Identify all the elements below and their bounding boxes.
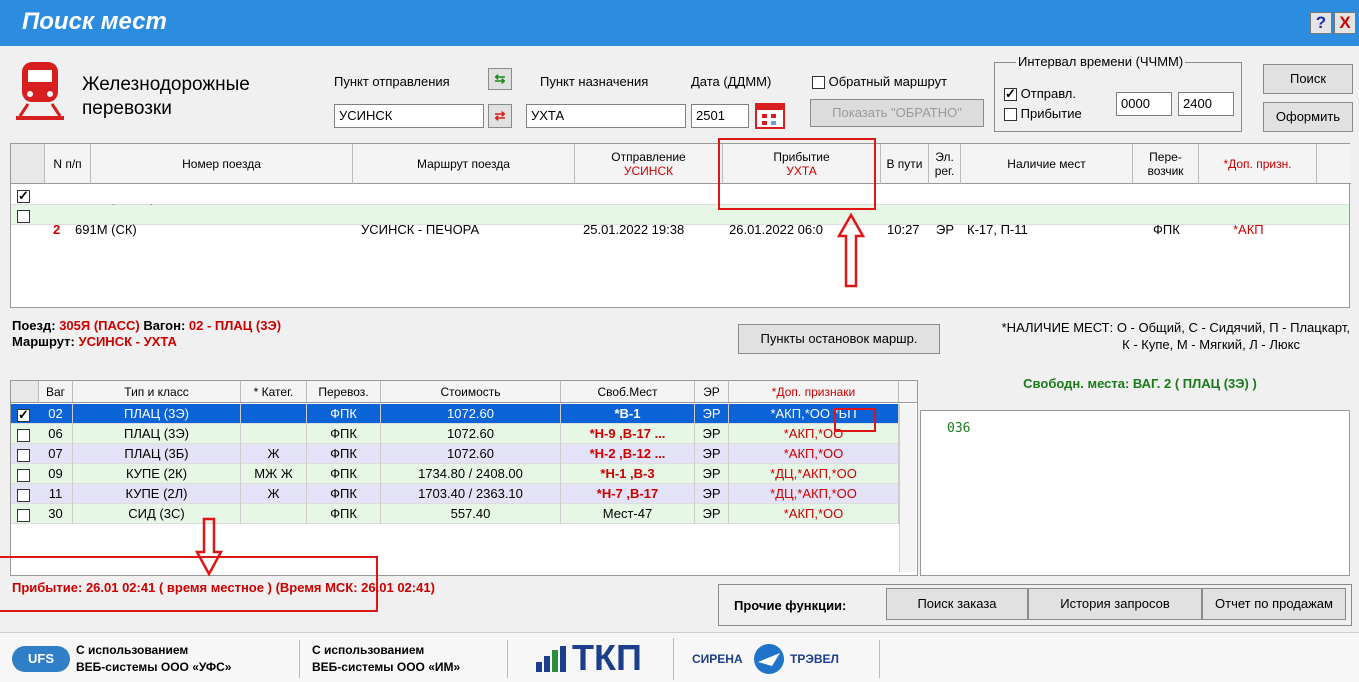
im-partner: С использованием ВЕБ-системы ООО «ИМ»: [312, 640, 508, 678]
table-row[interactable]: 11 КУПЕ (2Л) Ж ФПК 1703.40 / 2363.10 *Н-…: [11, 484, 908, 504]
col-carrier[interactable]: Пере- возчик: [1133, 144, 1199, 184]
date-input[interactable]: 2501: [691, 104, 749, 128]
wagons-scrollbar[interactable]: [899, 404, 916, 572]
swap-icon[interactable]: ⇄: [488, 104, 512, 128]
col-depart[interactable]: Отправление УСИНСК: [575, 144, 723, 184]
free-seats-panel[interactable]: 036: [920, 410, 1350, 576]
tkp-partner: ТКП: [524, 638, 674, 680]
free-seats-list: 036: [947, 421, 971, 436]
row-check[interactable]: [17, 188, 30, 204]
window-title: Поиск мест: [22, 8, 167, 35]
sirena-partner: СИРЕНА ТРЭВЕЛ: [686, 640, 880, 678]
row-check[interactable]: [17, 429, 30, 443]
sales-report-button[interactable]: Отчет по продажам: [1202, 588, 1346, 620]
free-seats-title: Свободн. места: ВАГ. 2 ( ПЛАЦ (3Э) ): [1023, 376, 1257, 391]
table-row[interactable]: 2 691М (СК) УСИНСК - ПЕЧОРА 25.01.2022 1…: [11, 205, 1349, 237]
search-button[interactable]: Поиск: [1263, 64, 1353, 94]
logo-line1: Железнодорожные: [82, 74, 250, 95]
time-from-input[interactable]: 0000: [1116, 92, 1172, 116]
arrive-checkbox[interactable]: Прибытие: [1004, 106, 1082, 122]
wcol-er[interactable]: ЭР: [695, 381, 729, 403]
functions-label: Прочие функции:: [734, 598, 847, 613]
issue-button[interactable]: Оформить: [1263, 102, 1353, 132]
wcol-tail: [899, 381, 917, 403]
col-seats[interactable]: Наличие мест: [961, 144, 1133, 184]
row-check[interactable]: [17, 489, 30, 503]
return-route-checkbox[interactable]: Обратный маршрут: [812, 74, 947, 90]
col-blank: [11, 144, 45, 184]
seat-legend-line2: К - Купе, М - Мягкий, Л - Люкс: [1122, 337, 1300, 352]
logo-title: Железнодорожные: [82, 74, 250, 96]
down-arrow-annotation: [194, 517, 224, 577]
col-er[interactable]: Эл. рег.: [929, 144, 961, 184]
col-extra[interactable]: *Доп. призн.: [1199, 144, 1317, 184]
tkp-logo-icon: [536, 646, 566, 672]
ufs-logo-icon: UFS: [12, 646, 70, 672]
free-seats-scrollbar[interactable]: [1333, 415, 1347, 571]
row-check[interactable]: [17, 210, 30, 224]
row-check[interactable]: [17, 509, 30, 523]
interval-label: Интервал времени (ЧЧММ): [1016, 54, 1186, 69]
to-label: Пункт назначения: [540, 74, 649, 89]
table-row[interactable]: 02 ПЛАЦ (3Э) ФПК 1072.60 *В-1 ЭР *АКП,*О…: [11, 404, 908, 424]
ufs-partner: UFS С использованием ВЕБ-системы ООО «УФ…: [12, 640, 300, 678]
swap-arrows-icon[interactable]: ⇆: [488, 68, 512, 90]
close-button[interactable]: X: [1334, 12, 1356, 34]
route-stops-button[interactable]: Пункты остановок маршр.: [738, 324, 940, 354]
show-return-button[interactable]: Показать "ОБРАТНО": [810, 99, 984, 127]
wcol-cat[interactable]: * Катег.: [241, 381, 307, 403]
col-route[interactable]: Маршрут поезда: [353, 144, 575, 184]
col-n[interactable]: N п/п: [45, 144, 91, 184]
query-history-button[interactable]: История запросов: [1028, 588, 1202, 620]
col-train[interactable]: Номер поезда: [91, 144, 353, 184]
wcol-blank: [11, 381, 39, 403]
trains-grid: N п/п Номер поезда Маршрут поезда Отправ…: [10, 143, 1351, 308]
table-row[interactable]: 06 ПЛАЦ (3Э) ФПК 1072.60 *Н-9 ,В-17 ... …: [11, 424, 908, 444]
arrive-check[interactable]: [1004, 108, 1017, 122]
row-check[interactable]: [17, 449, 30, 463]
wcol-type[interactable]: Тип и класс: [73, 381, 241, 403]
depart-check[interactable]: [1004, 86, 1017, 102]
wcol-carrier[interactable]: Перевоз.: [307, 381, 381, 403]
table-row[interactable]: 07 ПЛАЦ (3Б) Ж ФПК 1072.60 *Н-2 ,В-12 ..…: [11, 444, 908, 464]
row-check[interactable]: [17, 407, 30, 423]
tkp-logo-text: ТКП: [572, 637, 642, 678]
arrival-note: Прибытие: 26.01 02:41 ( время местное ) …: [12, 580, 435, 595]
table-row[interactable]: 30 СИД (3С) ФПК 557.40 Мест-47 ЭР *АКП,*…: [11, 504, 908, 524]
train-icon: [16, 62, 64, 120]
time-to-input[interactable]: 2400: [1178, 92, 1234, 116]
col-arrive[interactable]: Прибытие УХТА: [723, 144, 881, 184]
sirena-logo-icon: [754, 644, 784, 674]
depart-checkbox[interactable]: Отправл.: [1004, 86, 1076, 102]
to-input[interactable]: УХТА: [526, 104, 686, 128]
up-arrow-annotation: [836, 212, 866, 288]
from-label: Пункт отправления: [334, 74, 450, 89]
calendar-icon[interactable]: [754, 100, 786, 130]
seat-legend-line1: *НАЛИЧИЕ МЕСТ: О - Общий, С - Сидячий, П…: [1001, 320, 1350, 335]
table-row[interactable]: 09 КУПЕ (2К) МЖ Ж ФПК 1734.80 / 2408.00 …: [11, 464, 908, 484]
order-search-button[interactable]: Поиск заказа: [886, 588, 1028, 620]
help-button[interactable]: ?: [1310, 12, 1332, 34]
logo-subtitle: перевозки: [82, 98, 172, 120]
col-tail: [1317, 144, 1351, 184]
wcol-cost[interactable]: Стоимость: [381, 381, 561, 403]
return-route-check[interactable]: [812, 76, 825, 90]
col-travel[interactable]: В пути: [881, 144, 929, 184]
logo-line2: перевозки: [82, 98, 172, 119]
wcol-free[interactable]: Своб.Мест: [561, 381, 695, 403]
table-row[interactable]: 1 305Я (ПАСС) УСИНСК - СЫКТЫВКАР 25.01.2…: [11, 185, 1349, 217]
title-bar: [0, 0, 1359, 46]
route-info: Маршрут: УСИНСК - УХТА: [12, 334, 177, 349]
wcol-extra[interactable]: *Доп. признаки: [729, 381, 899, 403]
wcol-num[interactable]: Ваг: [39, 381, 73, 403]
date-label: Дата (ДДММ): [691, 74, 772, 89]
train-info: Поезд: 305Я (ПАСС) Вагон: 02 - ПЛАЦ (3Э): [12, 318, 282, 333]
from-input[interactable]: УСИНСК: [334, 104, 484, 128]
row-check[interactable]: [17, 469, 30, 483]
